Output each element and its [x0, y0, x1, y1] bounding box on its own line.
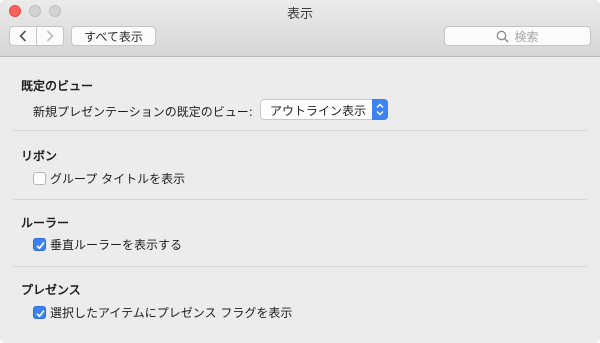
presence-flags-label: 選択したアイテムにプレゼンス フラグを表示: [50, 306, 293, 320]
checkmark-icon: [36, 242, 45, 250]
show-group-titles-checkbox[interactable]: [33, 172, 46, 185]
search-field[interactable]: 検索: [444, 26, 591, 46]
default-view-popup[interactable]: アウトライン表示: [260, 99, 388, 120]
popup-arrows-icon: [372, 99, 388, 120]
section-title-ruler: ルーラー: [21, 216, 70, 230]
preferences-content: 既定のビュー 新規プレゼンテーションの既定のビュー: アウトライン表示 リボン …: [0, 57, 600, 343]
section-divider: [13, 266, 587, 267]
default-view-label: 新規プレゼンテーションの既定のビュー:: [33, 105, 253, 119]
vertical-ruler-checkbox[interactable]: [33, 238, 46, 251]
checkmark-icon: [36, 310, 45, 318]
default-view-selected-value: アウトライン表示: [270, 104, 367, 118]
section-title-default-view: 既定のビュー: [21, 79, 94, 93]
title-bar: 表示 すべて表示 検索: [0, 0, 600, 57]
section-divider: [13, 199, 587, 200]
preferences-window: 表示 すべて表示 検索 既定のビュー 新規プレゼンテーションの既定のビュー: ア…: [0, 0, 600, 343]
search-icon: [497, 30, 510, 43]
ribbon-option-row[interactable]: グループ タイトルを表示: [33, 170, 185, 187]
search-placeholder: 検索: [514, 29, 539, 44]
forward-button[interactable]: [36, 27, 63, 45]
ruler-option-row[interactable]: 垂直ルーラーを表示する: [33, 236, 182, 253]
chevron-left-icon: [19, 30, 27, 42]
chevron-right-icon: [46, 30, 54, 42]
section-divider: [13, 130, 587, 131]
window-title: 表示: [286, 7, 313, 22]
presence-option-row[interactable]: 選択したアイテムにプレゼンス フラグを表示: [33, 304, 292, 321]
vertical-ruler-label: 垂直ルーラーを表示する: [50, 238, 183, 252]
section-title-ribbon: リボン: [21, 149, 58, 163]
back-button[interactable]: [10, 27, 36, 45]
presence-flags-checkbox[interactable]: [33, 306, 46, 319]
show-group-titles-label: グループ タイトルを表示: [50, 172, 186, 186]
section-title-presence: プレゼンス: [21, 283, 81, 297]
show-all-button[interactable]: すべて表示: [71, 26, 156, 46]
navigation-segmented-control: [9, 26, 64, 46]
